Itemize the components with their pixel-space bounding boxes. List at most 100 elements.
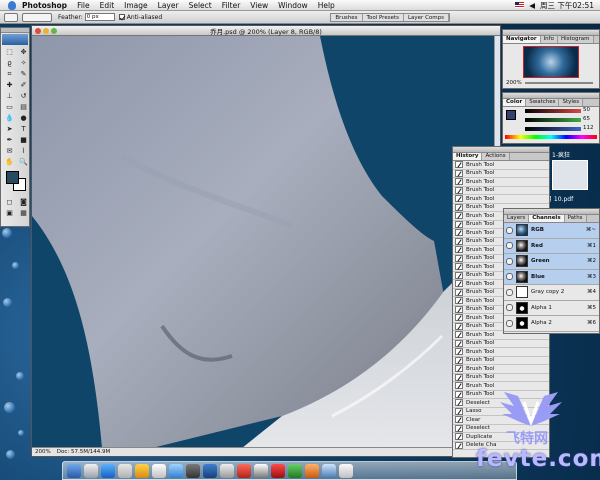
channel-row-blue[interactable]: Blue ⌘3 [504,269,599,285]
minimize-button[interactable] [43,28,49,34]
navigator-zoom-slider[interactable] [524,82,593,84]
tab-navigator[interactable]: Navigator [503,36,541,43]
mail-icon[interactable] [84,463,98,478]
menu-edit[interactable]: Edit [100,1,115,10]
dodge-tool-icon[interactable]: ● [17,113,30,123]
menu-filter[interactable]: Filter [222,1,241,10]
preview-icon[interactable] [186,463,200,478]
history-item[interactable]: Brush Tool [453,365,549,374]
gradient-tool-icon[interactable]: ▤ [17,102,30,112]
flag-icon[interactable] [515,2,525,8]
foreground-color-swatch[interactable] [6,171,19,184]
clone-stamp-icon[interactable]: ⊥ [3,91,16,101]
tab-styles[interactable]: Styles [559,99,584,106]
trash-icon[interactable] [339,463,353,478]
type-tool-icon[interactable]: T [17,124,30,134]
eraser-tool-icon[interactable]: ▭ [3,102,16,112]
history-item[interactable]: Brush Tool [453,373,549,382]
app-icon[interactable] [305,463,319,478]
menu-select[interactable]: Select [189,1,212,10]
app-icon[interactable] [288,463,302,478]
brush-tool-icon[interactable]: ✐ [17,80,30,90]
tab-actions[interactable]: Actions [482,153,510,160]
photoshop-dock-icon[interactable] [203,463,217,478]
history-item[interactable]: Brush Tool [453,195,549,204]
selection-mode-buttons[interactable] [22,12,52,22]
photoshop-logo[interactable] [2,34,28,45]
doc-size[interactable]: Doc: 57.5M/144.9M [57,448,111,456]
green-slider[interactable] [525,118,581,122]
desktop-pdf-label[interactable]: 月 10.pdf [546,194,573,203]
system-preferences-icon[interactable] [220,463,234,478]
history-brush-icon[interactable]: ↺ [17,91,30,101]
eye-icon[interactable] [506,257,513,265]
channel-row-green[interactable]: Green ⌘2 [504,254,599,270]
document-titlebar[interactable]: 乔月.psd @ 200% (Layer 8, RGB/8) [32,26,500,36]
document-icon[interactable] [322,463,336,478]
slice-tool-icon[interactable]: ✎ [17,69,30,79]
marquee-tool-icon[interactable]: ⬚ [3,47,16,57]
tab-color[interactable]: Color [503,99,527,106]
menu-window[interactable]: Window [278,1,308,10]
tab-info[interactable]: Info [540,36,558,43]
eyedropper-tool-icon[interactable]: ⌇ [17,146,30,156]
notes-tool-icon[interactable]: ✉ [3,146,16,156]
eye-icon[interactable] [506,319,513,327]
history-item[interactable]: Brush Tool [453,161,549,170]
navigator-zoom-value[interactable]: 200% [506,80,522,86]
magic-wand-tool-icon[interactable]: ✧ [17,58,30,68]
safari-icon[interactable] [101,463,115,478]
color-fg-swatch[interactable] [506,110,516,120]
channel-row-alpha-2[interactable]: Alpha 2 ⌘6 [504,316,599,332]
history-item[interactable]: Brush Tool [453,356,549,365]
shape-tool-icon[interactable]: ■ [17,135,30,145]
tab-paths[interactable]: Paths [564,215,587,222]
channel-row-rgb[interactable]: RGB ⌘~ [504,223,599,239]
close-button[interactable] [35,28,41,34]
tab-swatches[interactable]: Swatches [526,99,560,106]
menu-layer[interactable]: Layer [158,1,179,10]
calendar-icon[interactable] [152,463,166,478]
music-icon[interactable] [254,463,268,478]
tab-histogram[interactable]: Histogram [557,36,594,43]
menu-view[interactable]: View [250,1,268,10]
pen-tool-icon[interactable]: ✒ [3,135,16,145]
history-item[interactable]: Brush Tool [453,178,549,187]
menu-file[interactable]: File [77,1,90,10]
red-value[interactable]: 50 [583,107,590,113]
move-tool-icon[interactable]: ✥ [17,47,30,57]
tab-layers[interactable]: Layers [504,215,530,222]
menu-help[interactable]: Help [318,1,335,10]
finder-icon[interactable] [67,463,81,478]
history-item[interactable]: Brush Tool [453,169,549,178]
feather-input[interactable]: 0 px [84,13,115,21]
blue-value[interactable]: 112 [583,125,594,131]
toolbox-titlebar[interactable] [1,28,29,33]
zoom-tool-icon[interactable]: 🔍 [17,157,30,167]
eye-icon[interactable] [506,226,513,234]
desktop-file-icon[interactable] [552,160,588,190]
app-icon[interactable] [271,463,285,478]
hand-tool-icon[interactable]: ✋ [3,157,16,167]
menu-app[interactable]: Photoshop [22,1,67,10]
tab-channels[interactable]: Channels [529,215,565,222]
history-item[interactable]: Brush Tool [453,339,549,348]
addressbook-icon[interactable] [135,463,149,478]
blur-tool-icon[interactable]: 💧 [3,113,16,123]
history-item[interactable]: Brush Tool [453,348,549,357]
channel-row-gray-copy-2[interactable]: Gray copy 2 ⌘4 [504,285,599,301]
navigator-thumbnail[interactable] [523,46,579,78]
channel-row-alpha-1[interactable]: Alpha 1 ⌘5 [504,301,599,316]
well-tab-brushes[interactable]: Brushes [331,13,363,21]
anti-aliased-checkbox[interactable] [118,14,125,20]
volume-icon[interactable]: ◀ [529,1,535,10]
tab-history[interactable]: History [453,153,483,160]
ichat-icon[interactable] [118,463,132,478]
green-value[interactable]: 65 [583,116,590,122]
full-screen-mode-icon[interactable]: ▦ [17,208,30,218]
zoom-level[interactable]: 200% [35,448,51,456]
blue-slider[interactable] [525,127,581,131]
channel-row-red[interactable]: Red ⌘1 [504,238,599,254]
eye-icon[interactable] [506,273,513,281]
color-ramp[interactable] [505,135,597,139]
